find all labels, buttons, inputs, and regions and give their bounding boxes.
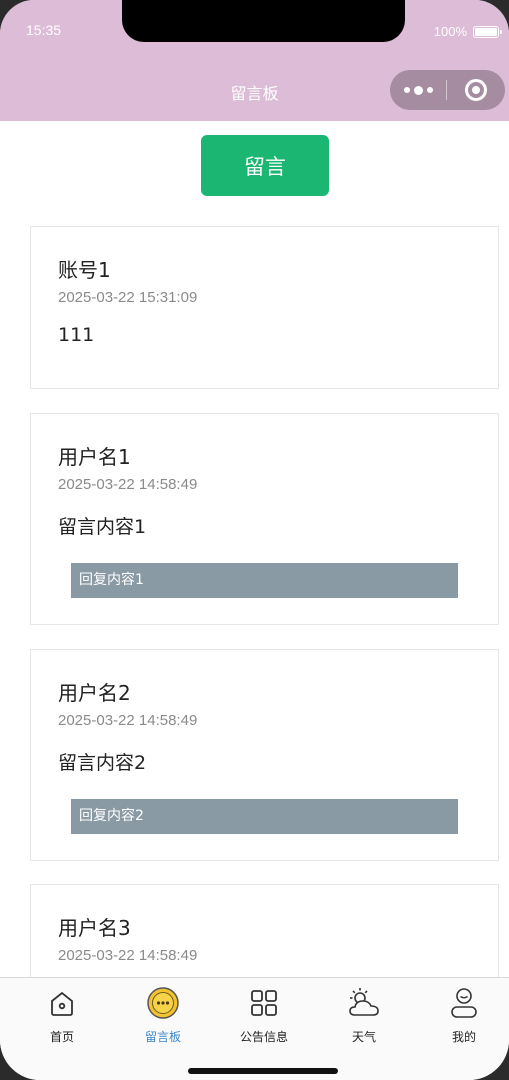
tab-message-board[interactable]: 留言板 xyxy=(123,986,203,1045)
tab-announcements[interactable]: 公告信息 xyxy=(224,986,304,1045)
message-content: 留言内容2 xyxy=(58,752,147,774)
message-reply: 回复内容1 xyxy=(71,563,458,598)
message-time: 2025-03-22 14:58:49 xyxy=(58,947,198,964)
message-content: 111 xyxy=(58,324,95,346)
close-miniprogram-button[interactable] xyxy=(447,70,505,110)
bottom-tab-bar: 首页 留言板 公告信息 天气 我的 xyxy=(0,977,509,1080)
tab-home[interactable]: 首页 xyxy=(22,986,102,1045)
battery-icon xyxy=(473,25,502,38)
message-reply: 回复内容2 xyxy=(71,799,458,834)
message-board[interactable]: 留言 账号1 2025-03-22 15:31:09 111 用户名1 2025… xyxy=(0,121,509,977)
tab-label: 公告信息 xyxy=(239,1030,288,1044)
more-dot-icon xyxy=(403,87,410,93)
message-icon xyxy=(146,986,180,1020)
tab-label: 首页 xyxy=(49,1030,74,1044)
message-author: 用户名2 xyxy=(58,681,131,705)
miniprogram-capsule xyxy=(390,70,505,110)
weather-icon xyxy=(347,986,381,1020)
message-time: 2025-03-22 15:31:09 xyxy=(58,289,198,306)
post-message-button[interactable]: 留言 xyxy=(201,135,329,196)
home-indicator xyxy=(188,1068,338,1074)
tab-profile[interactable]: 我的 xyxy=(424,986,504,1045)
target-icon xyxy=(465,79,487,101)
message-author: 账号1 xyxy=(58,258,111,282)
battery-percent: 100% xyxy=(433,24,467,39)
message-content: 留言内容1 xyxy=(58,516,147,538)
message-card: 用户名1 2025-03-22 14:58:49 留言内容1 回复内容1 xyxy=(30,413,499,625)
tab-label: 留言板 xyxy=(144,1030,181,1044)
message-author: 用户名3 xyxy=(58,916,131,940)
status-indicators: 100% xyxy=(433,24,502,39)
more-dot-icon xyxy=(426,87,433,93)
message-card: 用户名2 2025-03-22 14:58:49 留言内容2 回复内容2 xyxy=(30,649,499,861)
message-time: 2025-03-22 14:58:49 xyxy=(58,712,198,729)
tab-label: 天气 xyxy=(351,1030,376,1044)
grid-icon xyxy=(247,986,281,1020)
message-card: 用户名3 2025-03-22 14:58:49 xyxy=(30,884,499,977)
message-card: 账号1 2025-03-22 15:31:09 111 xyxy=(30,226,499,389)
message-time: 2025-03-22 14:58:49 xyxy=(58,476,198,493)
more-button[interactable] xyxy=(390,70,446,110)
camera-notch xyxy=(122,0,405,42)
tab-weather[interactable]: 天气 xyxy=(324,986,404,1045)
phone-screen: 15:35 100% 留言板 留言 账号1 2025-03-22 15:31:0… xyxy=(0,0,509,1080)
nav-header: 15:35 100% 留言板 xyxy=(0,0,509,121)
home-icon xyxy=(45,986,79,1020)
tab-label: 我的 xyxy=(451,1030,476,1044)
message-author: 用户名1 xyxy=(58,445,131,469)
status-time: 15:35 xyxy=(26,22,62,38)
more-dot-icon xyxy=(413,85,423,95)
profile-icon xyxy=(447,986,481,1020)
